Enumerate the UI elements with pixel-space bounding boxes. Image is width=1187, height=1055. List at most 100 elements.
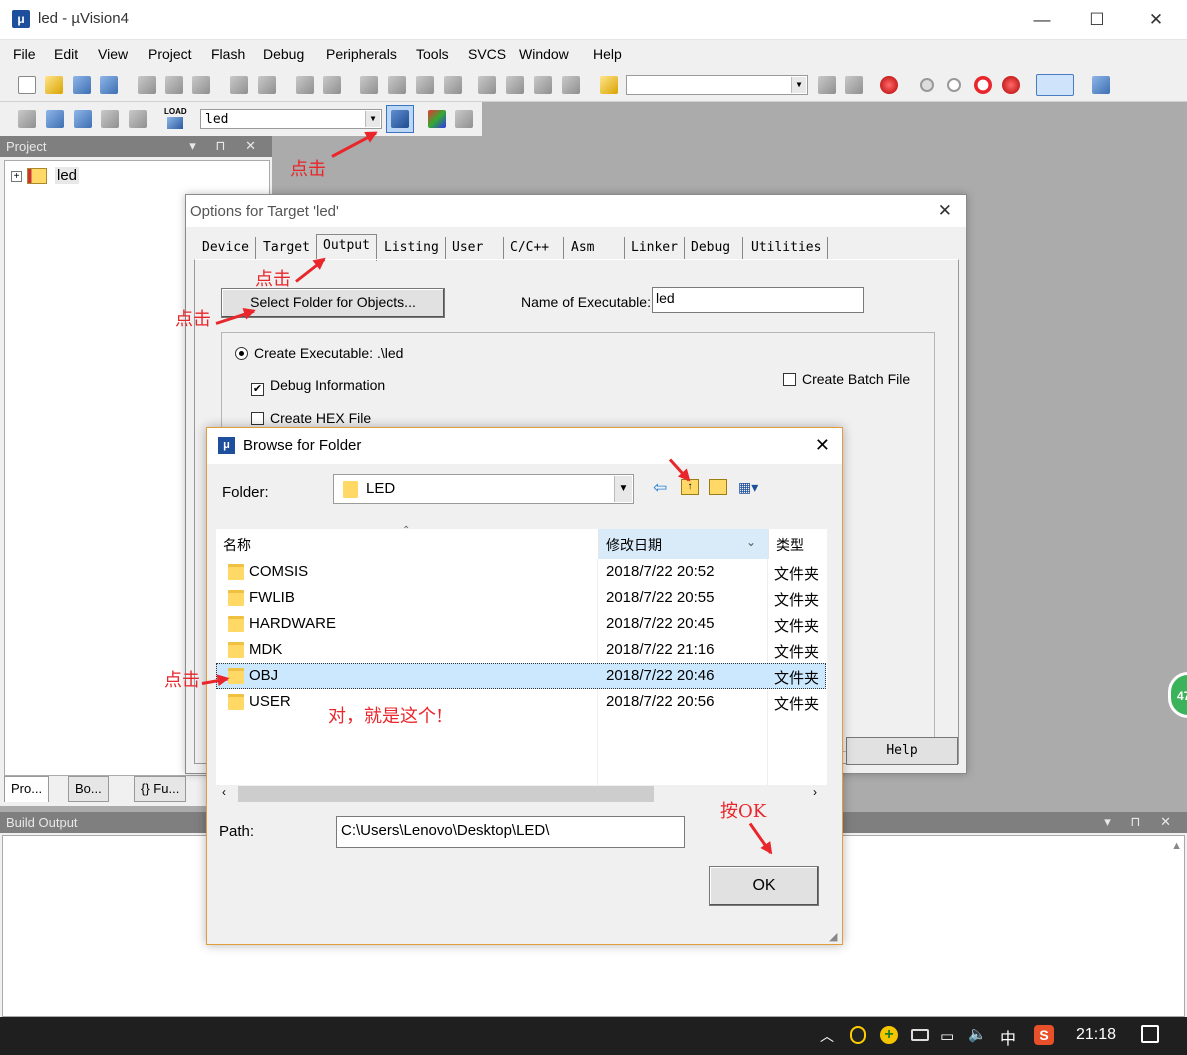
tab-linker[interactable]: Linker <box>625 237 685 259</box>
menu-flash[interactable]: Flash <box>211 46 245 62</box>
tab-debug[interactable]: Debug <box>685 237 743 259</box>
tab-asm[interactable]: Asm <box>565 237 625 259</box>
new-file-icon[interactable] <box>18 76 36 94</box>
nav-forward-icon[interactable] <box>323 76 341 94</box>
tree-root-label[interactable]: led <box>55 167 80 184</box>
close-button[interactable]: ✕ <box>1138 6 1174 34</box>
volume-icon[interactable]: 🔈 <box>968 1025 987 1043</box>
find-icon[interactable] <box>818 76 836 94</box>
tab-project[interactable]: Pro... <box>4 776 50 802</box>
list-item[interactable]: FWLIB 2018/7/22 20:55 文件夹 <box>216 585 826 611</box>
ime-indicator[interactable]: 中 <box>1000 1025 1016 1049</box>
menu-project[interactable]: Project <box>148 46 192 62</box>
list-item[interactable]: USER 2018/7/22 20:56 文件夹 <box>216 689 826 715</box>
manage-components-icon[interactable] <box>428 110 446 128</box>
new-folder-icon[interactable] <box>709 479 727 495</box>
close-icon[interactable]: ✕ <box>815 435 830 456</box>
batch-build-icon[interactable] <box>101 110 119 128</box>
dropdown-arrow-icon[interactable]: ▼ <box>614 476 632 502</box>
create-hex-checkbox[interactable]: Create HEX File <box>251 410 371 426</box>
menu-tools[interactable]: Tools <box>416 46 449 62</box>
dropdown-arrow-icon[interactable]: ▼ <box>365 111 380 127</box>
paste-icon[interactable] <box>192 76 210 94</box>
breakpoint-disable-all-icon[interactable] <box>974 76 992 94</box>
tab-listing[interactable]: Listing <box>378 237 446 259</box>
qq-icon[interactable] <box>850 1026 866 1044</box>
incremental-find-icon[interactable] <box>845 76 863 94</box>
uncomment-icon[interactable] <box>562 76 580 94</box>
menu-window[interactable]: Window <box>519 46 569 62</box>
stop-build-icon[interactable] <box>129 110 147 128</box>
maximize-button[interactable]: ☐ <box>1079 6 1115 34</box>
comment-icon[interactable] <box>534 76 552 94</box>
configure-wrench-icon[interactable] <box>1092 76 1110 94</box>
bookmark-clear-icon[interactable] <box>444 76 462 94</box>
help-button[interactable]: Help <box>846 737 958 765</box>
tab-books[interactable]: Bo... <box>68 776 109 802</box>
debug-session-icon[interactable] <box>880 76 898 94</box>
translate-icon[interactable] <box>18 110 36 128</box>
bookmark-next-icon[interactable] <box>416 76 434 94</box>
name-exec-input[interactable]: led <box>652 287 864 313</box>
breakpoint-enable-icon[interactable] <box>947 78 961 92</box>
target-options-button[interactable] <box>386 105 414 133</box>
build-icon[interactable] <box>46 110 64 128</box>
list-item[interactable]: MDK 2018/7/22 21:16 文件夹 <box>216 637 826 663</box>
sogou-input-icon[interactable]: S <box>1034 1025 1054 1045</box>
menu-help[interactable]: Help <box>593 46 622 62</box>
col-date-header[interactable]: 修改日期 <box>598 529 768 559</box>
cut-icon[interactable] <box>138 76 156 94</box>
tab-target[interactable]: Target <box>257 237 317 259</box>
clock-time[interactable]: 21:18 <box>1076 1026 1116 1044</box>
bookmark-prev-icon[interactable] <box>388 76 406 94</box>
rebuild-icon[interactable] <box>74 110 92 128</box>
open-folder-icon[interactable] <box>45 76 63 94</box>
tab-user[interactable]: User <box>446 237 504 259</box>
create-exec-radio[interactable]: Create Executable: .\led <box>235 345 403 361</box>
menu-file[interactable]: File <box>13 46 36 62</box>
indent-icon[interactable] <box>478 76 496 94</box>
path-input[interactable]: C:\Users\Lenovo\Desktop\LED\ <box>336 816 685 848</box>
menu-svcs[interactable]: SVCS <box>468 46 506 62</box>
bookmark-icon[interactable] <box>360 76 378 94</box>
menu-edit[interactable]: Edit <box>54 46 78 62</box>
panel-controls-icon[interactable]: ▾ ⊓ ✕ <box>189 138 264 154</box>
side-badge[interactable]: 47 <box>1168 672 1187 718</box>
tab-device[interactable]: Device <box>196 237 256 259</box>
download-load-icon[interactable]: LOAD <box>164 107 187 131</box>
scrollbar-thumb[interactable] <box>238 786 654 802</box>
create-batch-checkbox[interactable]: Create Batch File <box>783 371 910 387</box>
expand-toggle-icon[interactable]: + <box>11 171 22 182</box>
tab-utilities[interactable]: Utilities <box>745 237 829 259</box>
chevron-up-icon[interactable]: ︿ <box>820 1026 834 1046</box>
scroll-left-icon[interactable]: ‹ <box>222 785 226 799</box>
minimize-button[interactable]: — <box>1024 6 1060 34</box>
breakpoint-kill-all-icon[interactable] <box>1002 76 1020 94</box>
menu-view[interactable]: View <box>98 46 128 62</box>
list-item-selected[interactable]: OBJ 2018/7/22 20:46 文件夹 <box>216 663 826 689</box>
dropdown-arrow-icon[interactable]: ▼ <box>791 77 806 93</box>
ok-button[interactable]: OK <box>709 866 819 906</box>
copy-icon[interactable] <box>165 76 183 94</box>
chevron-down-icon[interactable]: ⌄ <box>746 535 756 549</box>
back-arrow-icon[interactable]: ⇦ <box>653 478 667 498</box>
find-combo[interactable]: ▼ <box>626 75 808 95</box>
close-icon[interactable]: ✕ <box>938 201 952 221</box>
menu-peripherals[interactable]: Peripherals <box>326 46 397 62</box>
tab-functions[interactable]: {} Fu... <box>134 776 187 802</box>
panel-controls-icon[interactable]: ▾ ⊓ ✕ <box>1104 814 1179 830</box>
security-plus-icon[interactable]: + <box>880 1026 898 1044</box>
undo-icon[interactable] <box>230 76 248 94</box>
battery-icon[interactable] <box>911 1029 929 1041</box>
select-packs-icon[interactable] <box>455 110 473 128</box>
redo-icon[interactable] <box>258 76 276 94</box>
scroll-right-icon[interactable]: › <box>813 785 817 799</box>
find-in-files-icon[interactable] <box>600 76 618 94</box>
list-item[interactable]: COMSIS 2018/7/22 20:52 文件夹 <box>216 559 826 585</box>
tab-cc[interactable]: C/C++ <box>504 237 564 259</box>
target-select[interactable]: led ▼ <box>200 109 382 129</box>
scroll-up-icon[interactable]: ▲ <box>1171 840 1182 852</box>
list-item[interactable]: HARDWARE 2018/7/22 20:45 文件夹 <box>216 611 826 637</box>
save-all-icon[interactable] <box>100 76 118 94</box>
folder-select[interactable]: LED ▼ <box>333 474 634 504</box>
